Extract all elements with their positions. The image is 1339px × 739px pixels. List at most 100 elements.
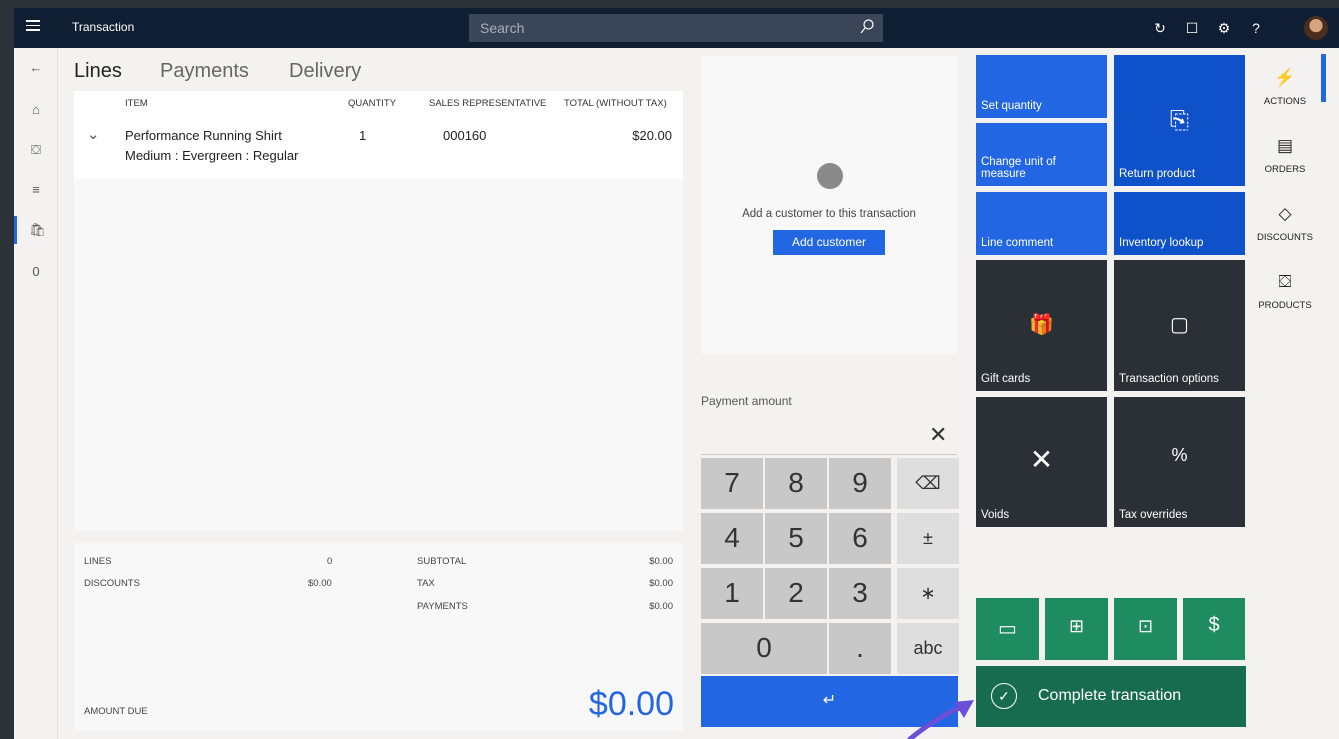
- discounts-tab[interactable]: ◇ DISCOUNTS: [1246, 204, 1324, 243]
- products-tab[interactable]: ⛋ PRODUCTS: [1246, 272, 1324, 311]
- products-icon[interactable]: ⛋: [14, 136, 58, 164]
- left-nav: ← ⌂ ⛋ ≡ 🛍 0: [14, 48, 58, 739]
- transaction-options-tile[interactable]: ▢ Transaction options: [1114, 260, 1245, 391]
- actions-icon: ⚡: [1274, 68, 1296, 87]
- tab-payments[interactable]: Payments: [160, 60, 249, 83]
- totals-panel: LINES 0 DISCOUNTS $0.00 SUBTOTAL $0.00 T…: [74, 543, 683, 731]
- voids-label: Voids: [981, 509, 1010, 521]
- cart-icon[interactable]: 🛍: [14, 216, 58, 244]
- col-quantity: QUANTITY: [348, 98, 397, 109]
- clear-icon[interactable]: ✕: [929, 422, 947, 448]
- key-1[interactable]: 1: [701, 568, 763, 619]
- set-quantity-tile[interactable]: Set quantity: [976, 55, 1107, 118]
- chevron-down-icon[interactable]: ⌄: [87, 125, 100, 143]
- chat-icon[interactable]: ☐: [1182, 18, 1202, 38]
- lines-area: [74, 179, 683, 531]
- refresh-icon[interactable]: ↻: [1150, 18, 1170, 38]
- return-product-label: Return product: [1119, 168, 1196, 180]
- lines-header: ITEM QUANTITY SALES REPRESENTATIVE TOTAL…: [74, 91, 683, 117]
- discount-tag-icon: ◇: [1278, 204, 1292, 223]
- customer-icon: [817, 163, 843, 189]
- avatar[interactable]: [1304, 16, 1328, 40]
- actions-tab[interactable]: ⚡ ACTIONS: [1246, 68, 1324, 107]
- amount-due-value: $0.00: [588, 685, 674, 723]
- line-comment-tile[interactable]: Line comment: [976, 192, 1107, 255]
- add-customer-button[interactable]: Add customer: [773, 230, 885, 255]
- complete-transaction-button[interactable]: ✓ Complete transation: [976, 666, 1246, 727]
- backspace-key[interactable]: ⌫: [897, 458, 959, 509]
- search-input[interactable]: [469, 14, 849, 42]
- key-7[interactable]: 7: [701, 458, 763, 509]
- key-9[interactable]: 9: [829, 458, 891, 509]
- gift-cards-tile[interactable]: 🎁 Gift cards: [976, 260, 1107, 391]
- home-icon[interactable]: ⌂: [14, 96, 58, 124]
- customer-panel: Add a customer to this transaction Add c…: [701, 56, 957, 354]
- subtotal-value: $0.00: [649, 556, 673, 567]
- help-icon[interactable]: ?: [1246, 18, 1266, 38]
- discounts-value: $0.00: [308, 578, 332, 589]
- change-uom-tile[interactable]: Change unit of measure: [976, 123, 1107, 186]
- discounts-label: DISCOUNTS: [1257, 232, 1313, 243]
- voids-tile[interactable]: ✕ Voids: [976, 397, 1107, 527]
- item-quantity: 1: [359, 128, 367, 143]
- change-uom-label: Change unit of measure: [981, 156, 1056, 180]
- subtotal-label: SUBTOTAL: [417, 556, 467, 567]
- cash-payment-tile[interactable]: ⊡: [1114, 598, 1177, 660]
- orders-tab[interactable]: ▤ ORDERS: [1246, 136, 1324, 175]
- gift-card-icon: 🎁: [1029, 314, 1054, 336]
- inventory-lookup-tile[interactable]: Inventory lookup: [1114, 192, 1245, 255]
- return-bag-icon: ⎘: [1169, 107, 1190, 134]
- customer-prompt: Add a customer to this transaction: [742, 208, 916, 220]
- gift-cards-label: Gift cards: [981, 373, 1031, 385]
- item-variant: Medium : Evergreen : Regular: [125, 148, 299, 163]
- actions-label: ACTIONS: [1263, 96, 1307, 107]
- tax-label: TAX: [417, 578, 435, 589]
- line-comment-label: Line comment: [981, 237, 1054, 249]
- menu-icon[interactable]: [26, 20, 40, 34]
- list-icon[interactable]: ≡: [14, 176, 58, 204]
- cart-count: 0: [32, 264, 40, 279]
- key-0[interactable]: 0: [701, 623, 827, 674]
- cash-icon: ⊡: [1137, 616, 1154, 636]
- discounts-label: DISCOUNTS: [84, 578, 140, 589]
- tax-overrides-tile[interactable]: % Tax overrides: [1114, 397, 1245, 527]
- checkmark-icon: ✓: [991, 683, 1017, 709]
- products-label: PRODUCTS: [1258, 300, 1312, 311]
- page-title: Transaction: [72, 20, 135, 34]
- return-product-tile[interactable]: ⎘ Return product: [1114, 55, 1245, 186]
- right-rail: ⚡ ACTIONS ▤ ORDERS ◇ DISCOUNTS ⛋ PRODUCTS: [1246, 56, 1339, 736]
- col-item: ITEM: [125, 98, 148, 109]
- abc-key[interactable]: abc: [897, 623, 959, 674]
- multiply-key[interactable]: ∗: [897, 568, 959, 619]
- settings-icon[interactable]: ⚙: [1214, 18, 1234, 38]
- key-8[interactable]: 8: [765, 458, 827, 509]
- table-row[interactable]: ⌄ Performance Running Shirt Medium : Eve…: [74, 117, 683, 179]
- pointer-arrow: [907, 700, 974, 739]
- payments-value: $0.00: [649, 601, 673, 612]
- key-2[interactable]: 2: [765, 568, 827, 619]
- card-payment-tile[interactable]: ▭: [976, 598, 1039, 660]
- back-icon[interactable]: ←: [14, 54, 58, 82]
- decimal-key[interactable]: .: [829, 623, 891, 674]
- currency-payment-tile[interactable]: $: [1183, 598, 1245, 660]
- payments-label: PAYMENTS: [417, 601, 468, 612]
- gift-card-icon: ⊞: [1068, 616, 1085, 636]
- search-icon[interactable]: [859, 18, 875, 36]
- bag-icon: ▢: [1170, 314, 1189, 336]
- tax-overrides-label: Tax overrides: [1119, 509, 1188, 521]
- tax-value: $0.00: [649, 578, 673, 589]
- key-6[interactable]: 6: [829, 513, 891, 564]
- complete-transaction-label: Complete transation: [1038, 687, 1182, 704]
- plus-minus-key[interactable]: ±: [897, 513, 959, 564]
- payment-amount-label: Payment amount: [701, 394, 792, 408]
- payment-amount-field[interactable]: [701, 454, 957, 455]
- gift-card-payment-tile[interactable]: ⊞: [1045, 598, 1108, 660]
- credit-card-icon: ▭: [998, 618, 1017, 640]
- tab-delivery[interactable]: Delivery: [289, 60, 361, 83]
- tab-lines[interactable]: Lines: [74, 60, 122, 83]
- top-bar: Transaction ↻ ☐ ⚙ ?: [14, 8, 1339, 48]
- search-box[interactable]: [469, 14, 883, 42]
- key-5[interactable]: 5: [765, 513, 827, 564]
- key-3[interactable]: 3: [829, 568, 891, 619]
- key-4[interactable]: 4: [701, 513, 763, 564]
